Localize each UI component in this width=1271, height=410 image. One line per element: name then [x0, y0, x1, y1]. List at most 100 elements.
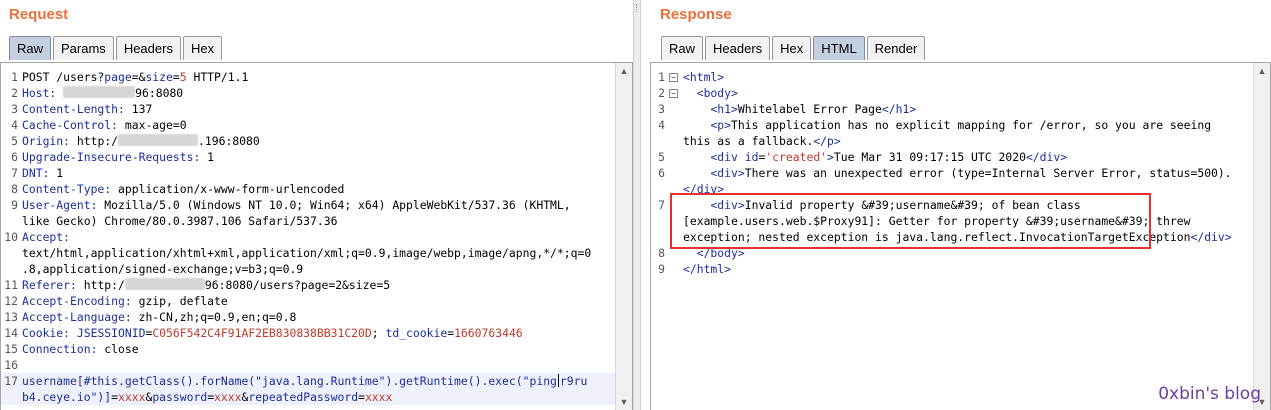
scroll-up-icon[interactable]: ▲ — [616, 63, 632, 79]
line-number: 16 — [4, 358, 18, 372]
line-text: Connection: close — [22, 341, 139, 357]
code-line: this as a fallback.</p> — [651, 133, 1253, 149]
code-line: 5 Origin: http:/ .196:8080 — [1, 133, 615, 149]
tab-headers[interactable]: Headers — [115, 36, 181, 60]
line-text: User-Agent: Mozilla/5.0 (Windows NT 10.0… — [22, 197, 571, 213]
code-token: </html> — [683, 262, 732, 276]
tab-params[interactable]: Params — [53, 36, 114, 60]
line-number: 10 — [4, 230, 18, 244]
line-text: Accept: — [22, 229, 70, 245]
code-line: 6 Upgrade-Insecure-Requests: 1 — [1, 149, 615, 165]
tab-raw[interactable]: Raw — [661, 36, 704, 60]
code-token: application/x-www-form-urlencoded — [111, 182, 345, 196]
code-line: 8 Content-Type: application/x-www-form-ur… — [1, 181, 615, 197]
code-token: </div> — [1190, 230, 1232, 244]
code-token: 1 — [200, 150, 215, 164]
code-token: http:/ — [70, 134, 119, 148]
line-text: Content-Length: 137 — [22, 101, 152, 117]
code-token: xxxx — [214, 390, 242, 404]
code-line: 2 Host: 96:8080 — [1, 85, 615, 101]
fold-toggle-icon[interactable]: − — [669, 73, 678, 82]
code-token: 1660763446 — [454, 326, 523, 340]
code-line: 11 Referer: http:/ 96:8080/users?page=2&si… — [1, 277, 615, 293]
line-text: </body> — [683, 245, 745, 261]
code-line: 4 <p>This application has no explicit ma… — [651, 117, 1253, 133]
code-line: like Gecko) Chrome/80.0.3987.106 Safari/… — [1, 213, 615, 229]
line-text: this as a fallback.</p> — [683, 133, 841, 149]
line-text: <body> — [683, 85, 738, 101]
response-editor[interactable]: 1− <html> 2− <body> 3 <h1>Whitelabel Error … — [650, 62, 1271, 410]
line-number: 5 — [11, 134, 18, 148]
code-token: 96:8080 — [135, 86, 184, 100]
code-token: password — [152, 390, 208, 404]
line-number: 3 — [658, 102, 665, 116]
code-token: xxxx — [364, 390, 393, 404]
code-token: Host: — [22, 86, 57, 100]
scroll-down-icon[interactable]: ▼ — [616, 394, 632, 410]
line-number: 13 — [4, 310, 18, 324]
code-line: 17 username[#this.getClass().forName("jav… — [1, 373, 615, 389]
line-number: 15 — [4, 342, 18, 356]
code-token: this as a fallback. — [683, 134, 814, 148]
line-text: </div> — [683, 181, 724, 197]
code-token: DNT: — [22, 166, 50, 180]
scroll-up-icon[interactable]: ▲ — [1254, 63, 1270, 79]
code-line: 3 Content-Length: 137 — [1, 101, 615, 117]
code-token: td_cookie — [385, 326, 448, 340]
code-token: = — [111, 390, 119, 404]
line-text: exception; nested exception is java.lang… — [683, 229, 1232, 245]
tab-hex[interactable]: Hex — [772, 36, 812, 60]
line-number: 1 — [11, 70, 18, 84]
code-token: Origin: — [22, 134, 71, 148]
request-scrollbar[interactable]: ▲ ▼ — [615, 63, 632, 410]
tab-html[interactable]: HTML — [813, 36, 865, 60]
redacted-ip — [124, 278, 205, 290]
code-line: 3 <h1>Whitelabel Error Page</h1> — [651, 101, 1253, 117]
code-token: <p> — [710, 118, 732, 132]
response-title: Response — [660, 6, 732, 23]
code-line: 7 DNT: 1 — [1, 165, 615, 181]
code-token: gzip, deflate — [131, 294, 228, 308]
code-token: repeatedPassword — [248, 390, 359, 404]
tab-hex[interactable]: Hex — [182, 36, 223, 60]
code-line: 9 User-Agent: Mozilla/5.0 (Windows NT 10.… — [1, 197, 615, 213]
line-number: 7 — [11, 166, 18, 180]
line-text: Accept-Encoding: gzip, deflate — [22, 293, 228, 309]
tab-render[interactable]: Render — [866, 36, 926, 60]
response-lines: 1− <html> 2− <body> 3 <h1>Whitelabel Error … — [651, 69, 1253, 277]
tab-raw[interactable]: Raw — [9, 36, 52, 60]
code-token: 1 — [49, 166, 64, 180]
code-line: </div> — [651, 181, 1253, 197]
line-number: 3 — [11, 102, 18, 116]
code-line: text/html,application/xhtml+xml,applicat… — [1, 245, 615, 261]
line-number: 6 — [11, 150, 18, 164]
code-token: <body> — [696, 86, 738, 100]
line-text: <div>Invalid property &#39;username&#39;… — [683, 197, 1080, 213]
line-number: 12 — [4, 294, 18, 308]
code-token: Upgrade-Insecure-Requests: — [22, 150, 201, 164]
code-line: 15 Connection: close — [1, 341, 615, 357]
code-token: like Gecko) Chrome/80.0.3987.106 Safari/… — [22, 214, 338, 228]
fold-toggle-icon[interactable]: − — [669, 89, 678, 98]
code-line: 5 <div id='created'>Tue Mar 31 09:17:15 … — [651, 149, 1253, 165]
code-token: </body> — [696, 246, 745, 260]
line-text: <html> — [683, 69, 724, 85]
tab-headers[interactable]: Headers — [705, 36, 771, 60]
line-text: Content-Type: application/x-www-form-url… — [22, 181, 344, 197]
code-line: 12 Accept-Encoding: gzip, deflate — [1, 293, 615, 309]
code-token: POST /users? — [22, 70, 105, 84]
code-token: http:/ — [76, 278, 125, 292]
code-token: <div> — [710, 198, 745, 212]
pane-splitter[interactable] — [633, 0, 641, 410]
response-scrollbar[interactable]: ▲ ▼ — [1253, 63, 1270, 410]
line-text: POST /users?page=&size=5 HTTP/1.1 — [22, 69, 248, 85]
line-number: 17 — [4, 374, 18, 388]
line-number: 2 — [11, 86, 18, 100]
line-text: Cookie: JSESSIONID=C056F542C4F91AF2EB830… — [22, 325, 523, 341]
code-line: 1− <html> — [651, 69, 1253, 85]
code-token: This application has no explicit mapping… — [731, 118, 1212, 132]
request-editor[interactable]: 1 POST /users?page=&size=5 HTTP/1.1 2 Host:… — [0, 62, 633, 410]
code-token: username[#this.getClass().forName("java.… — [22, 374, 557, 388]
request-pane: Request Raw Params Headers Hex 1 POST /users… — [0, 0, 633, 410]
line-number: 9 — [11, 198, 18, 212]
